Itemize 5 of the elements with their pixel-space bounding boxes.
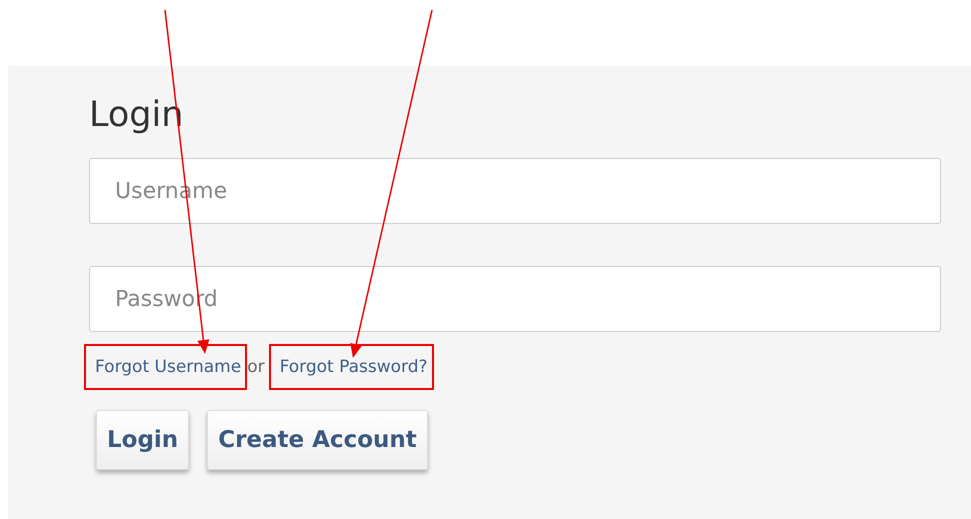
forgot-link[interactable]: Forgot Password?	[280, 357, 428, 377]
login-button[interactable]: Login	[96, 410, 190, 470]
forgot-link[interactable]: Forgot Username	[95, 357, 242, 377]
separator-text: or	[247, 357, 265, 377]
create-account-button[interactable]: Create Account	[207, 410, 428, 470]
